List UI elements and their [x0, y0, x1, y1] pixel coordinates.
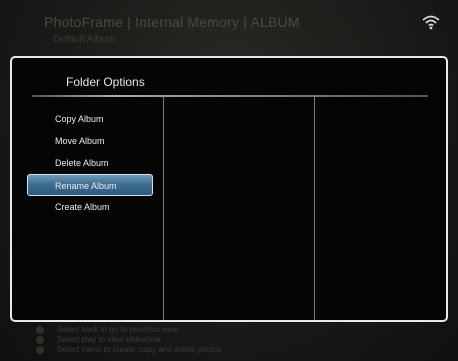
title-divider [32, 95, 428, 97]
folder-options-menu: Copy Album Move Album Delete Album Renam… [27, 108, 158, 218]
hint-menu: Select menu to create, copy and delete p… [36, 345, 222, 355]
back-button-icon [36, 326, 44, 334]
menu-item-delete-album[interactable]: Delete Album [28, 152, 158, 174]
hint-menu-text: Select menu to create, copy and delete p… [57, 345, 222, 354]
button-hints: Select back to go to previous view Selec… [36, 325, 222, 355]
folder-options-dialog: Folder Options Copy Album Move Album Del… [10, 56, 448, 322]
menu-item-copy-album[interactable]: Copy Album [28, 108, 158, 130]
wifi-icon [422, 15, 440, 30]
album-subtitle: Default Album [53, 34, 116, 45]
hint-back-text: Select back to go to previous view [57, 325, 178, 334]
menu-item-create-album[interactable]: Create Album [28, 196, 158, 218]
menu-item-rename-album[interactable]: Rename Album [27, 174, 153, 196]
dialog-title: Folder Options [66, 75, 145, 89]
hint-back: Select back to go to previous view [36, 325, 222, 335]
menu-button-icon [36, 346, 44, 354]
hint-play-text: Select play to view slideshow [57, 335, 161, 344]
menu-item-move-album[interactable]: Move Album [28, 130, 158, 152]
play-button-icon [36, 336, 44, 344]
column-divider-1 [163, 96, 164, 320]
page-title: PhotoFrame | Internal Memory | ALBUM [44, 14, 300, 30]
column-divider-2 [314, 96, 315, 320]
hint-play: Select play to view slideshow [36, 335, 222, 345]
